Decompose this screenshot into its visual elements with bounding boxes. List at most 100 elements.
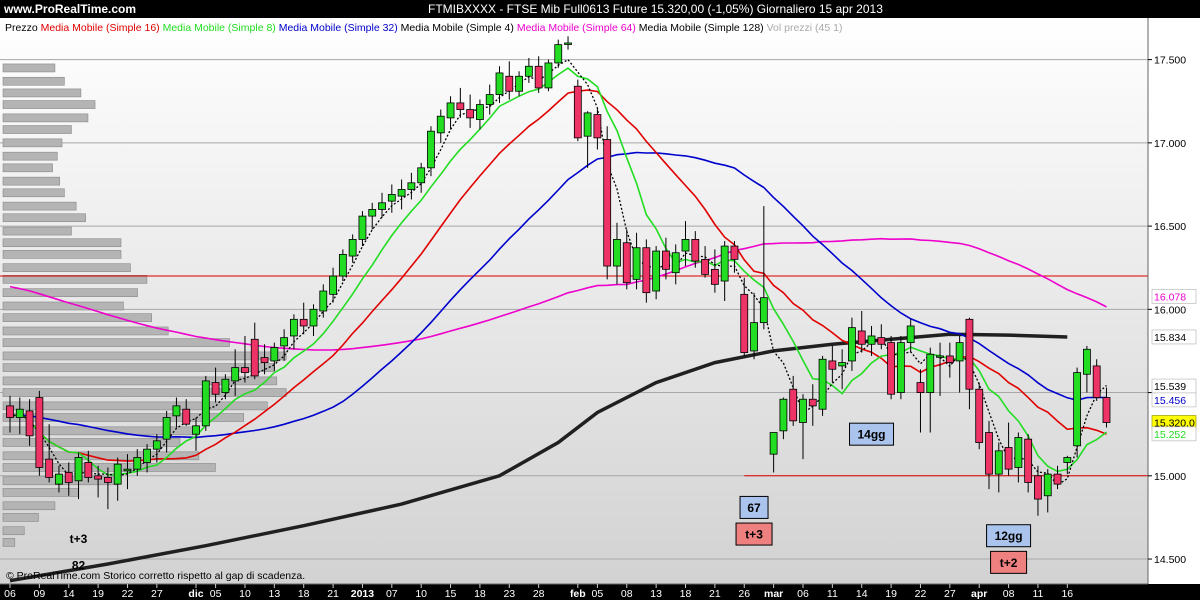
- candle-up: [485, 94, 494, 105]
- candle-up: [329, 275, 337, 295]
- candle-down: [642, 247, 651, 294]
- x-tick-label: 09: [34, 588, 46, 600]
- legend-item[interactable]: Media Mobile (Simple 4): [398, 22, 514, 34]
- candle-up: [231, 367, 240, 382]
- candle-up: [1043, 473, 1052, 497]
- x-tick-label: 28: [533, 588, 545, 600]
- x-tick-label: 07: [386, 588, 398, 600]
- candle-up: [270, 347, 279, 362]
- volume-profile-bar: [2, 226, 72, 236]
- legend-item[interactable]: Media Mobile (Simple 128): [636, 22, 764, 34]
- candle-down: [975, 388, 984, 443]
- candle-up: [779, 398, 788, 432]
- candle-up: [936, 355, 944, 358]
- annotation-label: 12gg: [995, 529, 1023, 543]
- volume-profile-bar: [2, 513, 39, 522]
- legend-item[interactable]: Vol prezzi (45 1): [764, 22, 843, 34]
- candle-down: [808, 398, 817, 407]
- candle-up: [671, 252, 680, 274]
- candle-down: [622, 242, 631, 284]
- candle-down: [260, 357, 269, 363]
- legend-item[interactable]: Media Mobile (Simple 64): [514, 22, 636, 34]
- candle-up: [994, 450, 1003, 475]
- candle-up: [750, 322, 758, 352]
- volume-profile-bar: [2, 263, 131, 273]
- candle-up: [515, 75, 523, 92]
- candle-up: [74, 457, 83, 482]
- x-tick-label: 26: [738, 588, 750, 600]
- candle-down: [6, 405, 14, 418]
- candle-up: [152, 440, 161, 450]
- x-tick-label: 2013: [351, 588, 375, 600]
- copyright-note: © ProRealTime.com Storico corretto rispe…: [6, 570, 305, 582]
- candle-up: [407, 182, 416, 190]
- candle-up: [123, 468, 132, 472]
- x-tick-label: 10: [415, 588, 427, 600]
- volume-profile-bar: [2, 76, 65, 86]
- chart-title: FTMIBXXXX - FTSE Mib Full0613 Future 15.…: [428, 2, 883, 16]
- candle-down: [299, 318, 308, 327]
- candle-down: [250, 338, 259, 377]
- candle-up: [446, 102, 455, 119]
- legend-item[interactable]: Media Mobile (Simple 32): [276, 22, 398, 34]
- candle-up: [143, 448, 151, 463]
- candle-up: [554, 44, 563, 64]
- candle-up: [799, 398, 807, 423]
- candle-up: [15, 408, 24, 418]
- volume-profile-bar: [2, 250, 122, 259]
- candle-up: [867, 335, 876, 345]
- y-tick-label: 14.500: [1154, 554, 1186, 566]
- x-tick-label: 21: [327, 588, 339, 600]
- site-name[interactable]: www.ProRealTime.com: [4, 2, 136, 16]
- volume-profile-bar: [2, 88, 82, 98]
- title-bar: www.ProRealTime.com FTMIBXXXX - FTSE Mib…: [0, 0, 1200, 18]
- price-label: 15.539: [1154, 381, 1186, 393]
- candle-down: [887, 342, 895, 395]
- candle-up: [955, 342, 964, 362]
- candle-up: [290, 318, 298, 337]
- annotation-label: 67: [747, 501, 761, 515]
- candle-down: [94, 475, 103, 480]
- candle-down: [45, 458, 54, 478]
- volume-profile-bar: [2, 463, 216, 472]
- candle-down: [241, 367, 249, 373]
- candle-up: [201, 380, 210, 427]
- candle-up: [309, 308, 318, 327]
- candle-down: [662, 250, 670, 270]
- candle-down: [1034, 475, 1042, 500]
- volume-profile-bar: [2, 526, 25, 536]
- candle-up: [1073, 372, 1082, 447]
- candle-up: [476, 104, 484, 120]
- candle-down: [985, 432, 993, 475]
- candle-down: [1053, 473, 1062, 485]
- volume-profile-bar: [2, 176, 60, 186]
- x-tick-label: mar: [764, 588, 783, 600]
- volume-profile-bar: [2, 188, 65, 198]
- y-tick-label: 17.500: [1154, 55, 1186, 67]
- candle-down: [466, 109, 475, 119]
- candle-down: [740, 293, 749, 354]
- candle-up: [495, 72, 504, 95]
- candle-up: [564, 42, 572, 45]
- candle-down: [857, 330, 866, 345]
- candle-down: [1004, 447, 1013, 470]
- legend-item[interactable]: Prezzo: [5, 22, 38, 34]
- x-tick-label: 16: [1061, 588, 1073, 600]
- x-tick-label: 13: [268, 588, 280, 600]
- volume-profile-bar: [2, 338, 230, 347]
- candle-up: [583, 112, 592, 137]
- candle-up: [55, 473, 63, 485]
- candle-up: [436, 115, 445, 134]
- x-tick-label: 11: [1032, 588, 1043, 600]
- candle-up: [652, 250, 661, 292]
- price-label: 15.456: [1154, 395, 1186, 407]
- candle-down: [916, 382, 925, 393]
- legend-item[interactable]: Media Mobile (Simple 16): [38, 22, 160, 34]
- price-chart[interactable]: t+38267t+314gg12ggt+2 14.50015.00015.500…: [0, 18, 1200, 600]
- legend-item[interactable]: Media Mobile (Simple 8): [160, 22, 276, 34]
- candle-up: [632, 247, 641, 280]
- volume-profile-bar: [2, 163, 53, 173]
- candle-down: [1092, 365, 1101, 398]
- y-tick-label: 15.000: [1154, 471, 1186, 483]
- candle-up: [906, 325, 915, 344]
